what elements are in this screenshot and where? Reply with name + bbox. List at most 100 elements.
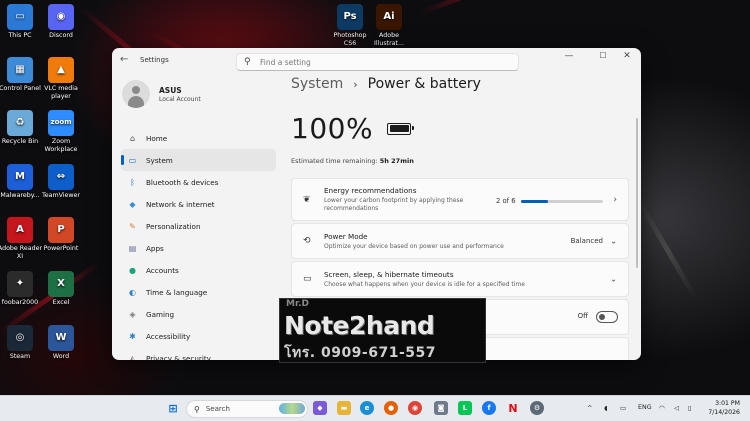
sidebar-item-label: Accounts bbox=[146, 265, 179, 275]
desktop-icon-label: Excel bbox=[52, 299, 70, 306]
sidebar-item-system[interactable]: ▭ System bbox=[121, 149, 276, 171]
edge-icon[interactable]: e bbox=[360, 401, 374, 415]
avatar bbox=[122, 80, 150, 108]
home-icon: ⌂ bbox=[129, 133, 136, 143]
clock[interactable]: 3:01 PM 7/14/2026 bbox=[708, 399, 740, 417]
chevron-right-icon: › bbox=[613, 194, 617, 205]
app-icon: ✦ bbox=[7, 271, 33, 297]
chevron-down-icon[interactable]: ⌄ bbox=[610, 237, 617, 246]
desktop-icon-teamviewer[interactable]: ⇔ TeamViewer bbox=[38, 164, 84, 200]
battery-percent: 100% bbox=[291, 112, 374, 145]
power-mode-dropdown[interactable]: Balanced bbox=[571, 237, 603, 245]
maximize-button[interactable]: ☐ bbox=[591, 51, 615, 65]
desktop-icon-powerpoint[interactable]: P PowerPoint bbox=[38, 217, 84, 253]
settings-search-box[interactable]: ⚲ bbox=[236, 53, 519, 71]
sidebar-item-label: Privacy & security bbox=[146, 353, 211, 361]
energy-progress-bar bbox=[521, 200, 603, 203]
speaker-icon[interactable]: ◖ bbox=[604, 404, 607, 412]
sidebar-nav: ⌂ Home ▭ System ᛒ Bluetooth & devices ◆ Network… bbox=[121, 127, 276, 360]
chrome-icon[interactable]: ◉ bbox=[408, 401, 422, 415]
sidebar-item-bluetooth-devices[interactable]: ᛒ Bluetooth & devices bbox=[121, 171, 276, 193]
line-icon[interactable]: L bbox=[458, 401, 472, 415]
start-windows-icon[interactable]: ⊞ bbox=[166, 401, 180, 415]
desktop-icon-zoom-workplace[interactable]: zoom Zoom Workplace bbox=[38, 110, 84, 153]
app-icon: ▦ bbox=[7, 57, 33, 83]
clock-date: 7/14/2026 bbox=[708, 409, 740, 416]
app-icon: ▭ bbox=[7, 4, 33, 30]
search-icon: ⚲ bbox=[194, 404, 200, 414]
bluetooth-icon: ᛒ bbox=[130, 177, 135, 187]
desktop-icon-word[interactable]: W Word bbox=[38, 325, 84, 361]
desktop-icon-this-pc[interactable]: ▭ This PC bbox=[0, 4, 43, 40]
scrollbar[interactable] bbox=[636, 118, 638, 268]
sidebar-item-home[interactable]: ⌂ Home bbox=[121, 127, 276, 149]
tray-chevron-icon[interactable]: ^ bbox=[587, 404, 592, 412]
language-indicator[interactable]: ENG bbox=[638, 404, 652, 411]
netflix-icon[interactable]: N bbox=[506, 401, 520, 415]
widgets-icon[interactable]: ◆ bbox=[313, 401, 327, 415]
volume-tray-icon[interactable]: ◁ bbox=[674, 404, 679, 412]
desktop-icon-label: Steam bbox=[9, 353, 31, 360]
search-highlight-image bbox=[279, 403, 305, 414]
energy-recommendations-card[interactable]: ❦ Energy recommendations Lower your carb… bbox=[291, 178, 629, 221]
power-mode-title: Power Mode bbox=[324, 232, 368, 241]
desktop-icon-label: Control Panel bbox=[0, 85, 41, 92]
camera-icon[interactable]: ◙ bbox=[434, 401, 448, 415]
accounts-icon: ● bbox=[129, 265, 136, 275]
app-icon: ⇔ bbox=[48, 164, 74, 190]
desktop-icon-adobe-illustrat[interactable]: Ai Adobe Illustrat... bbox=[366, 4, 412, 47]
desktop-icon-label: TeamViewer bbox=[41, 192, 81, 199]
desktop-icon-control-panel[interactable]: ▦ Control Panel bbox=[0, 57, 43, 93]
app-icon: zoom bbox=[48, 110, 74, 136]
app-icon: P bbox=[48, 217, 74, 243]
desktop-icon-adobe-reader-xi[interactable]: A Adobe Reader XI bbox=[0, 217, 43, 260]
energy-count: 2 of 6 bbox=[496, 197, 516, 205]
facebook-icon[interactable]: f bbox=[482, 401, 496, 415]
user-profile[interactable]: ASUS Local Account bbox=[122, 80, 201, 108]
desktop-icon-discord[interactable]: ◉ Discord bbox=[38, 4, 84, 40]
file-explorer-icon[interactable]: ▬ bbox=[337, 401, 351, 415]
battery-tray-icon[interactable]: ▭ bbox=[620, 404, 626, 412]
sidebar-item-apps[interactable]: ▤ Apps bbox=[121, 237, 276, 259]
shield-icon: ◭ bbox=[129, 353, 136, 361]
sidebar-item-accessibility[interactable]: ✱ Accessibility bbox=[121, 325, 276, 347]
sidebar-item-time-language[interactable]: ◐ Time & language bbox=[121, 281, 276, 303]
battery-status-tray-icon[interactable]: ▯ bbox=[688, 404, 692, 412]
title-bar: ← Settings ⚲ — ☐ ✕ bbox=[112, 48, 641, 72]
wifi-tray-icon[interactable]: ◠ bbox=[659, 404, 665, 412]
settings-search-input[interactable] bbox=[260, 57, 500, 67]
watermark-phone: โทร. 0909-671-557 bbox=[284, 345, 436, 361]
breadcrumb-system[interactable]: System bbox=[291, 76, 343, 92]
desktop-icon-excel[interactable]: X Excel bbox=[38, 271, 84, 307]
back-arrow-icon[interactable]: ← bbox=[120, 54, 128, 65]
sidebar-item-personalization[interactable]: ✎ Personalization bbox=[121, 215, 276, 237]
taskbar-search[interactable]: ⚲ Search bbox=[186, 400, 308, 418]
timeouts-card[interactable]: ▭ Screen, sleep, & hibernate timeouts Ch… bbox=[291, 261, 629, 297]
sidebar-item-network-internet[interactable]: ◆ Network & internet bbox=[121, 193, 276, 215]
sidebar-item-accounts[interactable]: ● Accounts bbox=[121, 259, 276, 281]
desktop-icon-label: Recycle Bin bbox=[1, 138, 39, 145]
desktop-icon-steam[interactable]: ◎ Steam bbox=[0, 325, 43, 361]
apps-icon: ▤ bbox=[128, 243, 137, 253]
settings-gear-icon[interactable]: ⚙ bbox=[530, 401, 544, 415]
desktop-icon-foobar2000[interactable]: ✦ foobar2000 bbox=[0, 271, 43, 307]
desktop-icon-malwareby[interactable]: M Malwareby... bbox=[0, 164, 43, 200]
desktop-icon-recycle-bin[interactable]: ♻ Recycle Bin bbox=[0, 110, 43, 146]
leaf-icon: ❦ bbox=[303, 194, 311, 205]
minimize-button[interactable]: — bbox=[557, 51, 581, 65]
sidebar-item-gaming[interactable]: ◈ Gaming bbox=[121, 303, 276, 325]
desktop-icon-label: Malwareby... bbox=[0, 192, 40, 199]
time-remaining: Estimated time remaining: 5h 27min bbox=[291, 157, 414, 165]
desktop-icon-vlc-media-player[interactable]: ▲ VLC media player bbox=[38, 57, 84, 100]
battery-status: 100% bbox=[291, 112, 415, 145]
monitor-icon: ▭ bbox=[303, 274, 312, 284]
clock-time: 3:01 PM bbox=[715, 400, 740, 407]
close-button[interactable]: ✕ bbox=[615, 51, 639, 65]
profile-name: ASUS bbox=[159, 85, 182, 95]
sidebar-item-privacy-security[interactable]: ◭ Privacy & security bbox=[121, 347, 276, 361]
sidebar-item-label: Home bbox=[146, 133, 168, 143]
main-content: System › Power & battery 100% Estimated … bbox=[291, 76, 629, 360]
firefox-icon[interactable]: ● bbox=[384, 401, 398, 415]
battery-saver-toggle[interactable] bbox=[596, 311, 618, 323]
time-remaining-label: Estimated time remaining: bbox=[291, 157, 378, 165]
